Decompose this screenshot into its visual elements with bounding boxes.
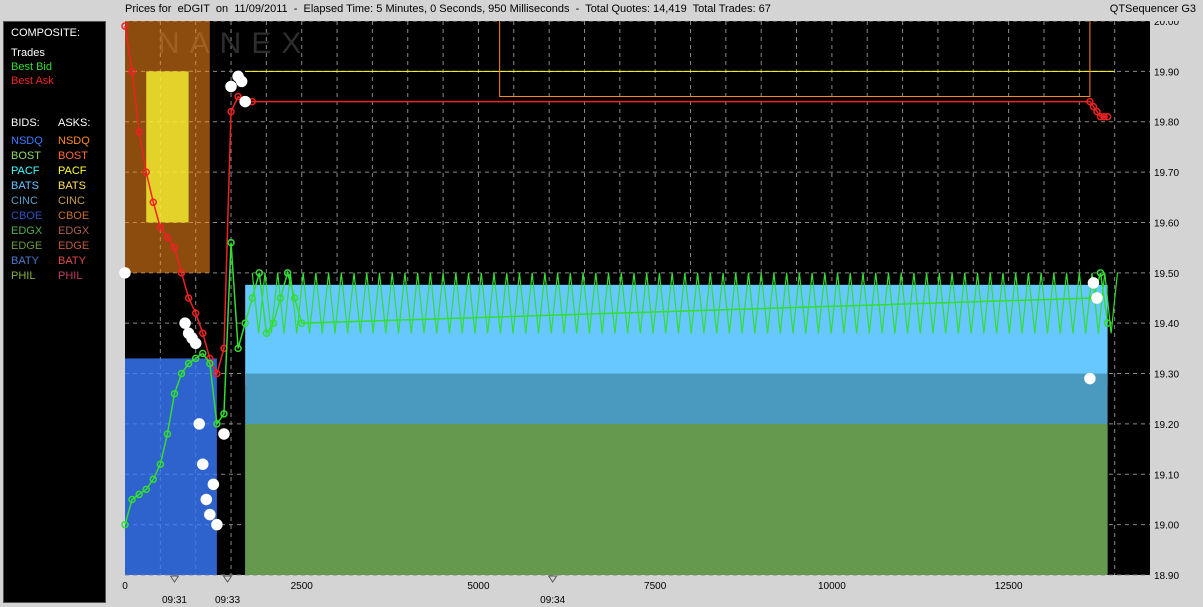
legend-ask-phil: PHIL — [58, 270, 83, 282]
y-axis: 18.90 19.00 19.10 19.20 19.30 19.40 19.50 19.60… — [1154, 17, 1179, 582]
y-tick-label: 19.40 — [1154, 319, 1179, 330]
legend-ask-nsdq: NSDQ — [58, 135, 90, 147]
trades-point — [193, 418, 205, 430]
legend-ask-pacf: PACF — [58, 165, 87, 177]
trades-point — [204, 508, 216, 521]
time-marker-label: 09:33 — [215, 595, 240, 606]
trades-point — [1087, 277, 1100, 289]
chart-title: Prices for eDGIT on 11/09/2011 - Elapsed… — [125, 3, 771, 15]
time-marker-label: 09:34 — [540, 595, 565, 606]
legend-bid-cinc: CINC — [11, 195, 38, 207]
legend-best-bid: Best Bid — [11, 61, 52, 73]
y-tick-label: 19.30 — [1154, 370, 1179, 381]
y-tick-label: 19.50 — [1154, 269, 1179, 280]
app-brand: QTSequencer G3 — [1109, 3, 1196, 15]
y-tick-label: 19.80 — [1154, 118, 1179, 129]
trades-point — [189, 337, 202, 350]
legend-bids-header: BIDS: — [11, 117, 40, 129]
trades-point — [197, 458, 209, 470]
legend-ask-edgx: EDGX — [58, 225, 90, 237]
time-marker-label: 09:31 — [162, 595, 187, 606]
legend-ask-cboe: CBOE — [58, 210, 90, 222]
x-tick-label: 7500 — [644, 581, 667, 592]
trades-point — [179, 317, 191, 329]
legend-ask-baty: BATY — [58, 255, 86, 267]
x-axis: 0 2500 5000 7500 10000 12500 09:31 09:33 09:34 — [122, 575, 1023, 606]
trades-point — [235, 75, 248, 88]
price-chart: NANEX 18.9019.0019.1019.2019.3019.4019.5… — [119, 17, 1179, 606]
legend-ask-bost: BOST — [58, 150, 88, 162]
y-tick-label: 19.70 — [1154, 168, 1179, 179]
x-tick-label: 10000 — [818, 581, 846, 592]
legend-bid-phil: PHIL — [11, 270, 36, 282]
legend-ask-bats: BATS — [58, 180, 86, 192]
bats-bid-band — [245, 284, 1108, 386]
legend-asks-header: ASKS: — [58, 117, 91, 129]
x-tick-label: 5000 — [467, 581, 490, 592]
legend-bid-baty: BATY — [11, 255, 39, 267]
title-bar: Prices for eDGIT on 11/09/2011 - Elapsed… — [0, 0, 1203, 19]
y-tick-label: 18.90 — [1154, 571, 1179, 582]
legend-bid-bost: BOST — [11, 150, 41, 162]
trades-point — [119, 267, 131, 279]
legend-panel: COMPOSITE: Trades Best Bid Best Ask BIDS… — [3, 21, 106, 603]
trades-point — [1091, 292, 1103, 304]
time-marker-icon — [169, 575, 180, 583]
legend-ask-edge: EDGE — [58, 240, 90, 252]
y-tick-label: 19.60 — [1154, 218, 1179, 229]
y-tick-label: 19.90 — [1154, 67, 1179, 78]
trades-point — [200, 493, 213, 506]
legend-bid-edge: EDGE — [11, 240, 43, 252]
legend-best-ask: Best Ask — [11, 75, 54, 87]
y-tick-label: 19.00 — [1154, 521, 1179, 532]
time-marker-icon — [547, 575, 558, 583]
legend-bid-nsdq: NSDQ — [11, 135, 43, 147]
x-tick-label: 2500 — [291, 581, 314, 592]
trades-point — [218, 428, 230, 440]
legend-trades: Trades — [11, 47, 45, 59]
legend-bid-bats: BATS — [11, 180, 39, 192]
trades-point — [211, 518, 223, 531]
y-tick-label: 19.20 — [1154, 420, 1179, 431]
legend-bid-pacf: PACF — [11, 165, 40, 177]
y-tick-label: 20.00 — [1154, 21, 1179, 28]
trades-point — [225, 80, 237, 93]
legend-composite-header: COMPOSITE: — [11, 27, 81, 39]
x-tick-label: 0 — [122, 581, 128, 592]
trades-point — [239, 95, 251, 108]
x-tick-label: 12500 — [995, 581, 1023, 592]
qtsequencer-window: Prices for eDGIT on 11/09/2011 - Elapsed… — [0, 0, 1203, 607]
trades-point — [1084, 372, 1096, 385]
chart-area: NANEX 18.90 19.00 19.10 19.20 19.30 19.40 19.5… — [110, 17, 1203, 607]
legend-bid-cboe: CBOE — [11, 210, 43, 222]
legend-ask-cinc: CINC — [58, 195, 85, 207]
y-tick-label: 19.10 — [1154, 470, 1179, 481]
legend-bid-edgx: EDGX — [11, 225, 43, 237]
trades-point — [207, 478, 220, 491]
edge-bid-band — [245, 423, 1108, 575]
time-marker-icon — [222, 575, 233, 583]
